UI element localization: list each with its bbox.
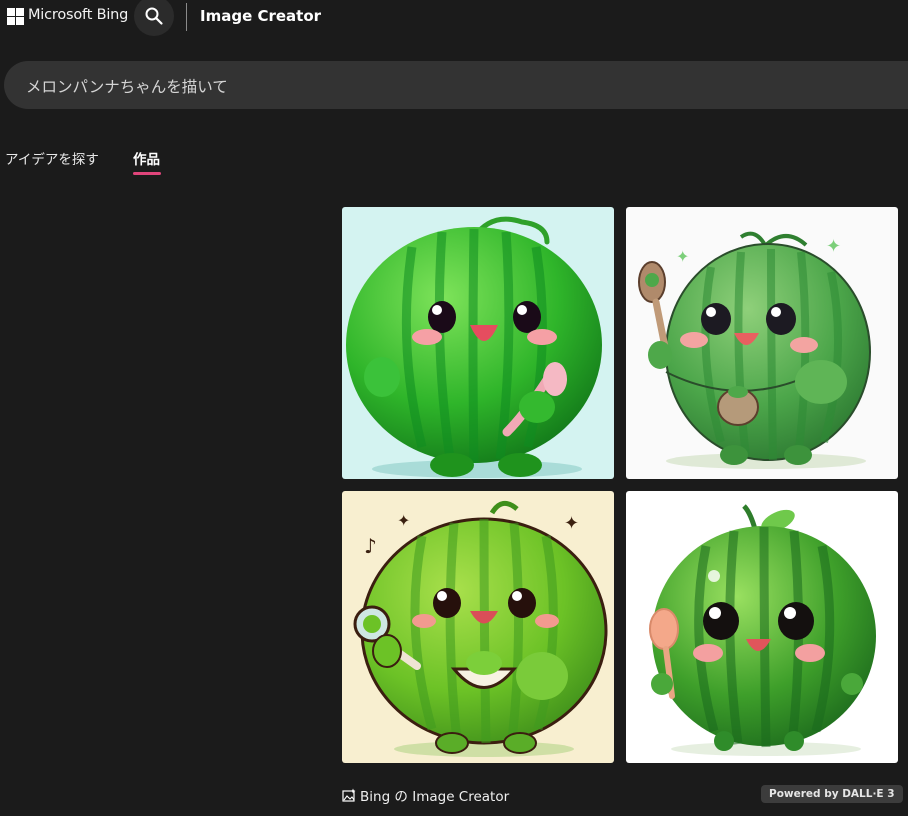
watermelon-character-image	[626, 491, 898, 763]
tab-creations[interactable]: 作品	[133, 148, 160, 168]
generated-image-1[interactable]	[342, 207, 614, 479]
tab-bar: アイデアを探す 作品	[0, 140, 300, 180]
prompt-text[interactable]: メロンパンナちゃんを描いて	[26, 75, 228, 97]
bing-image-creator-link[interactable]: Bing の Image Creator	[342, 785, 509, 805]
generated-image-3[interactable]: ♪ ✦ ✦	[342, 491, 614, 763]
watermelon-character-image	[342, 207, 614, 479]
creator-label[interactable]: Bing の Image Creator	[360, 785, 509, 805]
svg-text:✦: ✦	[564, 513, 579, 534]
svg-text:♪: ♪	[364, 534, 377, 558]
search-icon	[145, 7, 163, 25]
prompt-input[interactable]: メロンパンナちゃんを描いて	[4, 61, 908, 109]
dalle-badge: Powered by DALL·E 3	[761, 785, 903, 803]
watermelon-character-image: ✦ ✦	[626, 207, 898, 479]
tab-explore-ideas[interactable]: アイデアを探す	[5, 148, 99, 168]
microsoft-logo-icon[interactable]	[7, 8, 24, 25]
search-button[interactable]	[134, 0, 174, 36]
svg-text:✦: ✦	[676, 247, 689, 266]
brand-name[interactable]: Microsoft Bing	[28, 7, 128, 23]
svg-text:✦: ✦	[397, 511, 410, 530]
image-sparkle-icon	[342, 788, 356, 802]
generated-image-2[interactable]: ✦ ✦	[626, 207, 898, 479]
svg-text:✦: ✦	[826, 236, 841, 257]
app-title[interactable]: Image Creator	[200, 7, 321, 25]
header-divider	[186, 3, 187, 31]
generated-image-4[interactable]	[626, 491, 898, 763]
active-tab-indicator	[133, 172, 161, 175]
top-header: Microsoft Bing Image Creator	[0, 0, 908, 36]
watermelon-character-image: ♪ ✦ ✦	[342, 491, 614, 763]
